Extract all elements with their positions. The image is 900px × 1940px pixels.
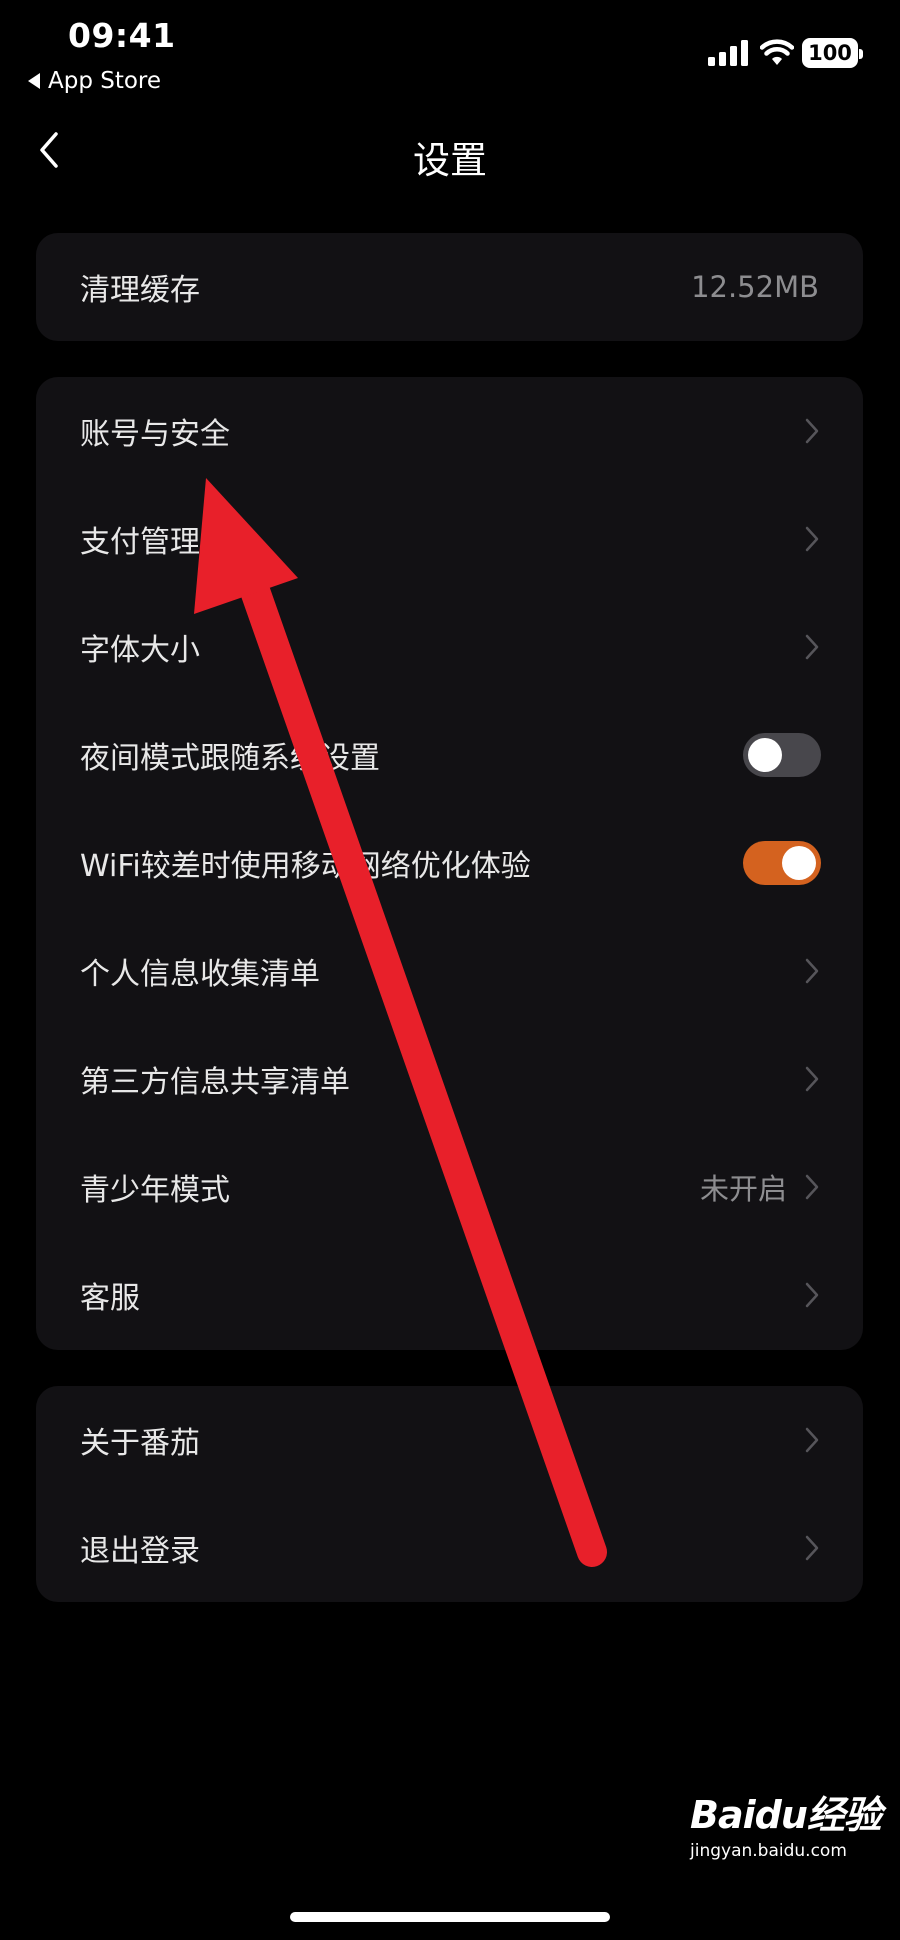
wifi-optimize-toggle[interactable] xyxy=(743,841,821,885)
row-label: 夜间模式跟随系统设置 xyxy=(80,741,380,776)
settings-row-third-party-sharing[interactable]: 第三方信息共享清单 xyxy=(36,1025,863,1133)
watermark-logo: Baidu经验 xyxy=(690,1793,882,1837)
settings-row-customer-service[interactable]: 客服 xyxy=(36,1241,863,1349)
wifi-icon xyxy=(760,39,794,65)
toggle-knob xyxy=(748,738,782,772)
row-label: 个人信息收集清单 xyxy=(80,957,320,992)
night-mode-toggle[interactable] xyxy=(743,733,821,777)
settings-row-night-mode: 夜间模式跟随系统设置 xyxy=(36,701,863,809)
settings-row-clear-cache[interactable]: 清理缓存 12.52MB xyxy=(36,233,863,341)
row-label: 清理缓存 xyxy=(80,273,200,308)
page-title: 设置 xyxy=(413,139,487,182)
chevron-right-icon xyxy=(805,1535,819,1561)
signal-icon xyxy=(708,40,748,66)
row-label: 账号与安全 xyxy=(80,417,230,452)
settings-row-logout[interactable]: 退出登录 xyxy=(36,1494,863,1602)
main-settings-card: 账号与安全 支付管理 字体大小 夜间模式跟随系统设置 WiFi较差时使用移动网络… xyxy=(36,377,863,1350)
toggle-knob xyxy=(782,846,816,880)
baidu-watermark: Baidu经验 jingyan.baidu.com xyxy=(690,1784,890,1894)
row-label: 支付管理 xyxy=(80,525,200,560)
row-label: 青少年模式 xyxy=(80,1173,230,1208)
settings-row-font-size[interactable]: 字体大小 xyxy=(36,593,863,701)
settings-row-teen-mode[interactable]: 青少年模式 未开启 xyxy=(36,1133,863,1241)
back-app-label: App Store xyxy=(48,68,162,94)
chevron-right-icon xyxy=(805,1282,819,1308)
chevron-right-icon xyxy=(805,958,819,984)
chevron-right-icon xyxy=(805,1174,819,1200)
home-indicator[interactable] xyxy=(290,1912,610,1922)
chevron-right-icon xyxy=(805,634,819,660)
row-label: 字体大小 xyxy=(80,633,200,668)
chevron-right-icon xyxy=(805,1427,819,1453)
row-label: WiFi较差时使用移动网络优化体验 xyxy=(80,849,531,884)
teen-mode-status: 未开启 xyxy=(699,1172,787,1206)
chevron-right-icon xyxy=(805,1066,819,1092)
cache-card: 清理缓存 12.52MB xyxy=(36,233,863,341)
status-time: 09:41 xyxy=(68,16,176,55)
cache-size-value: 12.52MB xyxy=(691,270,819,304)
settings-row-personal-info-list[interactable]: 个人信息收集清单 xyxy=(36,917,863,1025)
battery-indicator: 100 xyxy=(802,38,863,68)
row-label: 关于番茄 xyxy=(80,1426,200,1461)
back-to-app-store[interactable]: App Store xyxy=(28,68,161,94)
settings-row-about[interactable]: 关于番茄 xyxy=(36,1386,863,1494)
row-label: 第三方信息共享清单 xyxy=(80,1065,350,1100)
watermark-url: jingyan.baidu.com xyxy=(690,1841,847,1861)
settings-row-account-security[interactable]: 账号与安全 xyxy=(36,377,863,485)
chevron-right-icon xyxy=(805,418,819,444)
chevron-right-icon xyxy=(805,526,819,552)
row-label: 客服 xyxy=(80,1281,140,1316)
back-triangle-icon xyxy=(28,73,40,89)
settings-row-payment[interactable]: 支付管理 xyxy=(36,485,863,593)
row-label: 退出登录 xyxy=(80,1534,200,1569)
settings-row-wifi-optimize: WiFi较差时使用移动网络优化体验 xyxy=(36,809,863,917)
bottom-card: 关于番茄 退出登录 xyxy=(36,1386,863,1602)
